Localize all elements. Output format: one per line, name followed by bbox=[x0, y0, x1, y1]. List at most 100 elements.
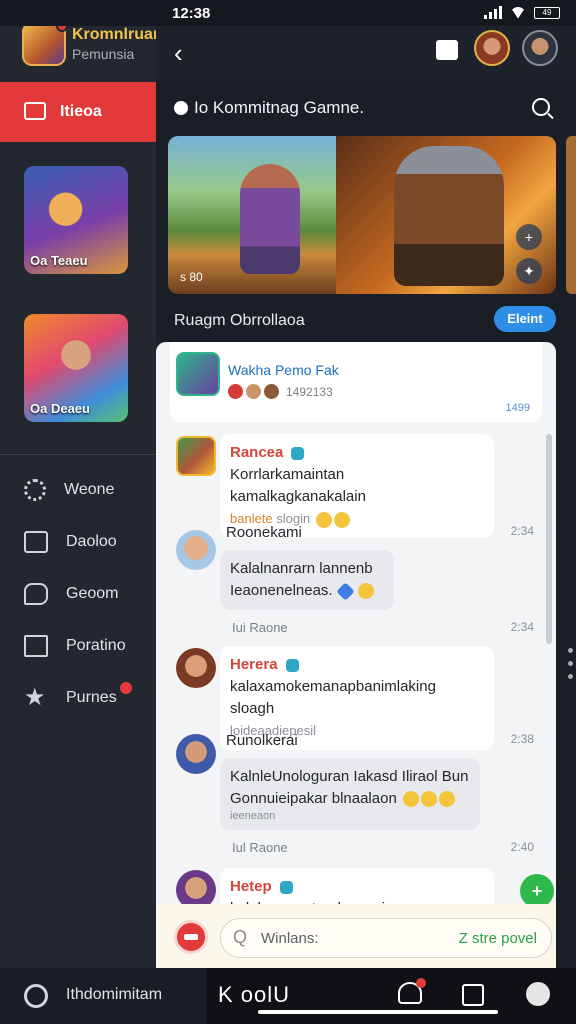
banner-hero-2 bbox=[394, 146, 504, 286]
banner-tag: s 80 bbox=[180, 270, 203, 284]
edge-handle[interactable] bbox=[568, 640, 576, 700]
verified-icon bbox=[279, 880, 293, 894]
message-bubble[interactable]: Rancea Korrlarkamaintan kamalkagkanakala… bbox=[220, 434, 494, 538]
message-input-bar: Q Winlans: Z stre povel bbox=[156, 904, 556, 968]
pinned-time: 1499 bbox=[505, 402, 530, 414]
puzzle-icon bbox=[336, 581, 355, 601]
sidebar-item-label: Geoom bbox=[66, 585, 119, 602]
sidebar-item-active[interactable]: Itieoa bbox=[0, 82, 156, 142]
pinned-avatar bbox=[176, 352, 220, 396]
emoji-icon bbox=[420, 791, 437, 808]
message-text: Kalalnanrarn lannenb bbox=[230, 560, 373, 577]
message-text-2: Gonnuieipakar blnaalaon bbox=[230, 788, 470, 810]
verified-icon bbox=[291, 446, 305, 460]
section-title: Ruagm Obrrollaoa bbox=[174, 312, 305, 329]
emoji-icon bbox=[438, 791, 455, 808]
profile-icon[interactable] bbox=[526, 982, 550, 1006]
reaction-count: 1492133 bbox=[286, 384, 333, 399]
message-time: 2:34 bbox=[510, 524, 534, 538]
sidebar-item-poratino[interactable]: Poratino bbox=[24, 633, 126, 659]
message-text: kalaxamokemanapbanimlaking sloagh bbox=[230, 678, 436, 717]
sidebar-item-label: Daoloo bbox=[66, 533, 117, 550]
game-card-2[interactable]: Oa Deaeu bbox=[24, 314, 128, 422]
bottom-left-label[interactable]: Ithdomimitam bbox=[66, 986, 162, 1004]
next-banner-peek[interactable] bbox=[566, 136, 576, 294]
header-avatar-1[interactable] bbox=[474, 30, 510, 66]
game-title: Io Kommitnag Gamne. bbox=[174, 98, 364, 118]
banner-add-button[interactable]: + bbox=[516, 224, 542, 250]
message-text: KalnleUnologuran Iakasd Iliraol Bun bbox=[230, 768, 469, 785]
sidebar-divider bbox=[0, 454, 156, 455]
emoji-icon bbox=[402, 791, 419, 808]
sender-name: Rancea bbox=[230, 442, 484, 464]
banner-share-button[interactable]: ✦ bbox=[516, 258, 542, 284]
sender-name: Roonekami bbox=[226, 524, 302, 541]
sidebar-item-label: Itieoa bbox=[60, 103, 102, 120]
profile-subtitle: Pemunsia bbox=[72, 46, 135, 62]
status-time: 12:38 bbox=[172, 5, 211, 22]
status-bar: 12:38 49 bbox=[0, 0, 576, 26]
sender-label: Hetep bbox=[230, 878, 272, 895]
header-avatar-2[interactable] bbox=[522, 30, 558, 66]
message-text-2-label: Gonnuieipakar blnaalaon bbox=[230, 790, 397, 807]
video-call-icon[interactable] bbox=[436, 40, 458, 60]
sender-label: Herera bbox=[230, 656, 278, 673]
search-icon: Q bbox=[233, 927, 248, 947]
top-header: ‹ bbox=[156, 26, 576, 80]
heart-icon bbox=[228, 384, 243, 399]
reaction-row: 1492133 bbox=[228, 384, 333, 399]
reaction-avatar bbox=[264, 384, 279, 399]
emoji-icon bbox=[357, 583, 374, 600]
compose-button[interactable]: + bbox=[520, 874, 554, 908]
game-card-label: Oa Teaeu bbox=[30, 253, 88, 268]
attach-button[interactable] bbox=[174, 920, 208, 954]
search-icon[interactable] bbox=[532, 98, 550, 116]
sender-label: Rancea bbox=[230, 444, 284, 461]
verified-icon bbox=[285, 658, 299, 672]
profile-avatar[interactable] bbox=[22, 20, 68, 66]
sender-avatar[interactable] bbox=[176, 436, 216, 476]
section-action-button[interactable]: Eleint bbox=[494, 306, 556, 332]
sidebar: Kromnlruan Pemunsia Itieoa Oa Teaeu Oa D… bbox=[0, 0, 163, 968]
scrollbar[interactable] bbox=[546, 434, 552, 644]
notification-dot bbox=[416, 978, 426, 988]
reply-link[interactable]: Iul Raone bbox=[232, 840, 288, 855]
pinned-message[interactable]: Wakha Pemo Fak 1492133 1499 bbox=[170, 342, 542, 422]
gear-icon bbox=[24, 479, 46, 501]
profile-name: Kromnlruan bbox=[72, 26, 163, 43]
sender-name: Herera bbox=[230, 654, 484, 676]
sidebar-item-daoloo[interactable]: Daoloo bbox=[24, 529, 117, 555]
gallery-icon[interactable] bbox=[462, 984, 484, 1006]
bottom-right-label[interactable]: K oolU bbox=[218, 982, 290, 1008]
message-bubble[interactable]: KalnleUnologuran Iakasd Iliraol Bun Gonn… bbox=[220, 758, 480, 830]
sidebar-item-purnes[interactable]: ★ Purnes bbox=[24, 685, 117, 711]
message-text: Korrlarkamaintan kamalkagkanakalain bbox=[230, 466, 366, 505]
game-card-label: Oa Deaeu bbox=[30, 401, 90, 416]
home-icon[interactable] bbox=[24, 984, 48, 1008]
game-card-1[interactable]: Oa Teaeu bbox=[24, 166, 128, 274]
signal-icon bbox=[484, 6, 502, 19]
sidebar-item-label: Poratino bbox=[66, 637, 126, 654]
message-text-2-label: Ieaonenelneas. bbox=[230, 582, 333, 599]
sidebar-item-geoom[interactable]: Geoom bbox=[24, 581, 118, 607]
battery-icon: 49 bbox=[534, 6, 560, 19]
sender-avatar[interactable] bbox=[176, 734, 216, 774]
game-banner[interactable]: s 80 + ✦ bbox=[168, 136, 556, 294]
pinned-name: Wakha Pemo Fak bbox=[228, 362, 339, 378]
banner-hero-1 bbox=[240, 164, 300, 274]
reaction-avatar bbox=[246, 384, 261, 399]
message-bubble[interactable]: Kalalnanrarn lannenb Ieaonenelneas. bbox=[220, 550, 394, 610]
back-button[interactable]: ‹ bbox=[174, 38, 183, 69]
input-action[interactable]: Z stre povel bbox=[459, 930, 537, 947]
bell-icon[interactable] bbox=[398, 978, 426, 1004]
status-icons: 49 bbox=[484, 6, 560, 19]
emoji-icon bbox=[315, 511, 332, 528]
sender-avatar[interactable] bbox=[176, 530, 216, 570]
message-input[interactable]: Q Winlans: Z stre povel bbox=[220, 918, 552, 958]
sender-avatar[interactable] bbox=[176, 648, 216, 688]
reply-link[interactable]: Iui Raone bbox=[232, 620, 288, 635]
video-icon bbox=[24, 102, 46, 120]
sidebar-item-weone[interactable]: Weone bbox=[24, 477, 114, 503]
app-root: 12:38 49 Kromnlruan Pemunsia Itieoa Oa T… bbox=[0, 0, 576, 1024]
tv-icon bbox=[24, 635, 48, 657]
